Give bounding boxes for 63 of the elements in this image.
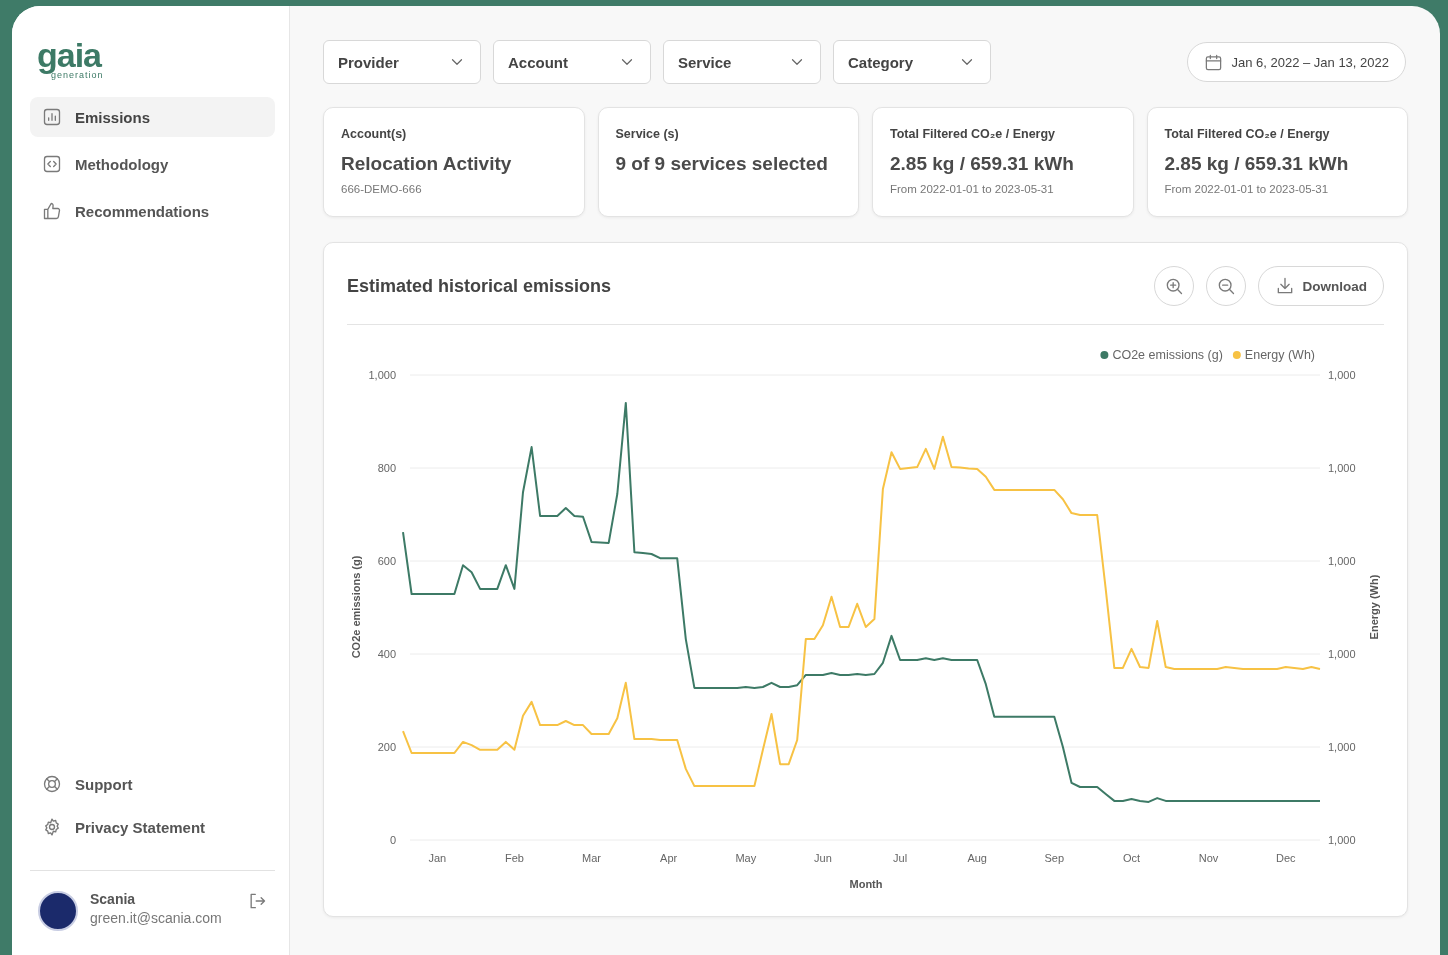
zoom-in-button[interactable] [1153, 266, 1194, 306]
filter-dropdown[interactable]: Provider [323, 40, 481, 84]
x-axis-tick-label: Dec [1275, 852, 1296, 864]
lifebuoy-icon [42, 774, 62, 794]
filter-dropdown[interactable]: Category [833, 40, 991, 84]
y-axis-tick-label: 200 [377, 741, 396, 753]
card-title: Total Filtered CO₂e / Energy [890, 127, 1057, 141]
x-axis-tick-label: Apr [660, 852, 678, 864]
card-value: 2.85 kg / 659.31 kWh [890, 153, 1075, 175]
sidebar-link[interactable]: Privacy Statement [30, 807, 275, 847]
y-axis-tick-label: 1,000 [1328, 834, 1356, 846]
y-axis-tick-label: 1,000 [1328, 369, 1356, 381]
y-axis-tick-label: 1,000 [1328, 555, 1356, 567]
y-axis-tick-label: 0 [389, 834, 396, 846]
y-axis-tick-label: 1,000 [1328, 741, 1356, 753]
user-name: Scania [90, 891, 137, 907]
x-axis-tick-label: Nov [1198, 852, 1219, 864]
y-axis-tick-label: 1,000 [368, 369, 396, 381]
sidebar-link[interactable]: Support [30, 764, 275, 804]
legend-label: Energy (Wh) [1244, 348, 1315, 362]
y-axis-tick-label: 400 [377, 648, 396, 660]
card-value: Relocation Activity [341, 153, 513, 175]
user-email: green.it@scania.com [90, 910, 223, 926]
card-title: Total Filtered CO₂e / Energy [1164, 127, 1331, 141]
chart-title: Estimated historical emissions [347, 275, 612, 297]
nav-item[interactable]: Recommendations [30, 191, 275, 231]
card-value: 9 of 9 services selected [615, 153, 829, 175]
x-axis-tick-label: May [735, 852, 757, 864]
filter-dropdown[interactable]: Account [493, 40, 651, 84]
bar-chart-icon [42, 107, 62, 127]
calendar-icon [1204, 52, 1224, 72]
y-axis-tick-label: 600 [377, 555, 396, 567]
gear-icon [42, 817, 62, 837]
download-button[interactable]: Download [1257, 266, 1384, 306]
card-detail: 666-DEMO-666 [341, 183, 423, 195]
x-axis-tick-label: Feb [504, 852, 524, 864]
legend-label: CO2e emissions (g) [1112, 348, 1223, 362]
y-axis-tick-label: 1,000 [1328, 462, 1356, 474]
nav-item[interactable]: Methodology [30, 144, 275, 184]
x-axis-tick-label: Sep [1044, 852, 1065, 864]
zoom-out-button[interactable] [1205, 266, 1246, 306]
thumbs-up-icon [42, 201, 62, 221]
x-axis-tick-label: Jul [893, 852, 908, 864]
card-title: Account(s) [341, 127, 408, 141]
filter-dropdown[interactable]: Service [663, 40, 821, 84]
card-detail: From 2022-01-01 to 2023-05-31 [1164, 183, 1330, 195]
date-range-button[interactable]: Jan 6, 2022 – Jan 13, 2022 [1187, 42, 1406, 82]
card-value: 2.85 kg / 659.31 kWh [1164, 153, 1350, 175]
card-detail: From 2022-01-01 to 2023-05-31 [890, 183, 1055, 195]
x-axis-tick-label: Mar [582, 852, 601, 864]
y-axis-tick-label: 1,000 [1328, 648, 1356, 660]
x-axis-tick-label: Aug [967, 852, 987, 864]
y-axis-title: CO2e emissions (g) [350, 555, 362, 659]
y-axis-tick-label: 800 [377, 462, 396, 474]
code-icon [42, 154, 62, 174]
x-axis-tick-label: Jun [814, 852, 832, 864]
nav-item[interactable]: Emissions [30, 97, 275, 137]
x-axis-tick-label: Oct [1122, 852, 1140, 864]
avatar [38, 891, 78, 931]
x-axis-tick-label: Jan [428, 852, 447, 864]
y-axis-title: Energy (Wh) [1368, 574, 1380, 640]
x-axis-title: Month [849, 878, 883, 890]
card-title: Service (s) [615, 127, 680, 141]
